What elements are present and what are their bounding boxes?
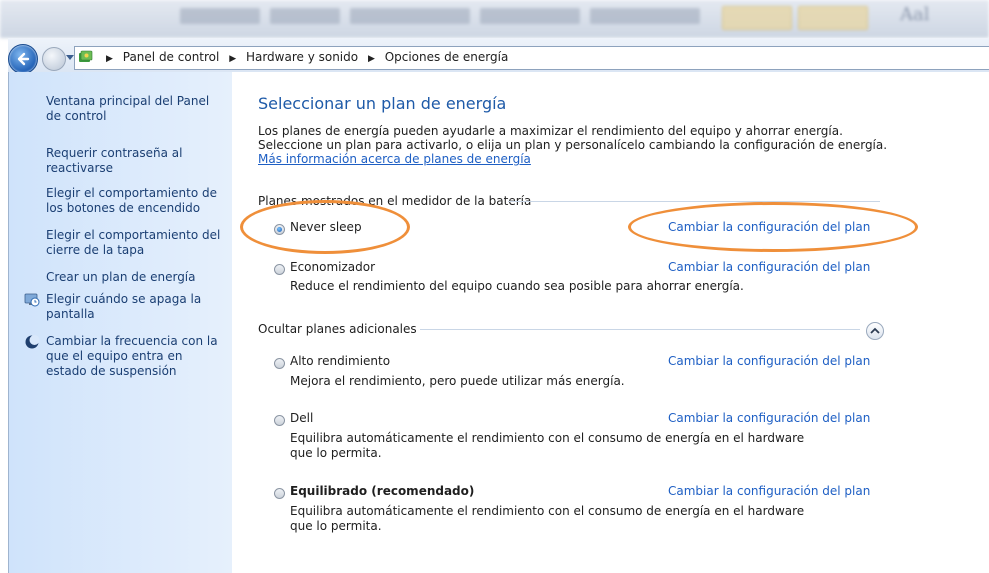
sidebar-item-control-panel-home[interactable]: Ventana principal del Panel de control (46, 94, 226, 124)
control-panel-icon (79, 50, 93, 62)
plan-radio-economizador[interactable] (274, 264, 285, 275)
breadcrumb-control-panel[interactable]: Panel de control (123, 50, 220, 64)
learn-more-link[interactable]: Más información acerca de planes de ener… (258, 152, 531, 166)
ribbon-block (590, 8, 700, 24)
sidebar-item-power-buttons[interactable]: Elegir el comportamiento de los botones … (46, 186, 226, 216)
sidebar-item-sleep-frequency[interactable]: Cambiar la frecuencia con la que el equi… (46, 334, 226, 379)
ribbon-block (270, 8, 340, 24)
sidebar-item-require-password[interactable]: Requerir contraseña al reactivarse (46, 146, 226, 176)
change-plan-link-alto-rendimiento[interactable]: Cambiar la configuración del plan (668, 354, 870, 368)
plan-name-alto-rendimiento[interactable]: Alto rendimiento (290, 354, 390, 368)
collapse-additional-plans-button[interactable] (866, 322, 884, 340)
sidebar-item-lid-close[interactable]: Elegir el comportamiento del cierre de l… (46, 228, 226, 258)
plan-name-economizador[interactable]: Economizador (290, 260, 375, 274)
plan-radio-dell[interactable] (274, 415, 285, 426)
ribbon-style-sample: Aal (900, 4, 930, 25)
breadcrumb-hardware-sound[interactable]: Hardware y sonido (246, 50, 358, 64)
plan-description-economizador: Reduce el rendimiento del equipo cuando … (290, 279, 744, 293)
plan-name-dell[interactable]: Dell (290, 411, 313, 425)
breadcrumb-separator-icon: ▶ (106, 54, 113, 64)
breadcrumb-separator-icon: ▶ (367, 54, 375, 64)
recent-pages-dropdown-icon[interactable] (66, 55, 74, 60)
plan-description-alto-rendimiento: Mejora el rendimiento, pero puede utiliz… (290, 374, 625, 388)
ribbon-block (180, 8, 260, 24)
intro-paragraph: Los planes de energía pueden ayudarle a … (258, 124, 888, 152)
group-divider (420, 329, 860, 330)
background-ribbon: Aal (0, 0, 989, 38)
page-title: Seleccionar un plan de energía (258, 94, 507, 113)
annotation-circle-change-plan (628, 202, 918, 252)
chevron-up-icon (870, 327, 880, 334)
ribbon-block (480, 8, 580, 24)
arrow-left-icon (17, 52, 30, 66)
monitor-clock-icon (24, 293, 40, 307)
plan-radio-equilibrado[interactable] (274, 488, 285, 499)
plan-radio-alto-rendimiento[interactable] (274, 358, 285, 369)
change-plan-link-dell[interactable]: Cambiar la configuración del plan (668, 411, 870, 425)
additional-plans-heading: Ocultar planes adicionales (258, 322, 417, 336)
ribbon-style-block (798, 6, 868, 30)
ribbon-block (350, 8, 470, 24)
intro-text: Los planes de energía pueden ayudarle a … (258, 124, 898, 166)
breadcrumb-power-options[interactable]: Opciones de energía (385, 50, 509, 64)
forward-button[interactable] (42, 47, 66, 71)
change-plan-link-equilibrado[interactable]: Cambiar la configuración del plan (668, 484, 870, 498)
back-button[interactable] (8, 44, 38, 74)
breadcrumb: ▶ Panel de control ▶ Hardware y sonido ▶… (100, 50, 508, 64)
moon-icon (25, 335, 40, 349)
sidebar-item-create-plan[interactable]: Crear un plan de energía (46, 270, 226, 285)
ribbon-style-block (722, 6, 792, 30)
sidebar-item-display-off[interactable]: Elegir cuándo se apaga la pantalla (46, 292, 226, 322)
plan-name-equilibrado[interactable]: Equilibrado (recomendado) (290, 484, 474, 498)
breadcrumb-separator-icon: ▶ (229, 54, 237, 64)
plan-description-dell: Equilibra automáticamente el rendimiento… (290, 431, 805, 460)
plan-description-equilibrado: Equilibra automáticamente el rendimiento… (290, 504, 805, 533)
annotation-circle-never-sleep (240, 200, 410, 254)
change-plan-link-economizador[interactable]: Cambiar la configuración del plan (668, 260, 870, 274)
group-divider (508, 201, 880, 202)
